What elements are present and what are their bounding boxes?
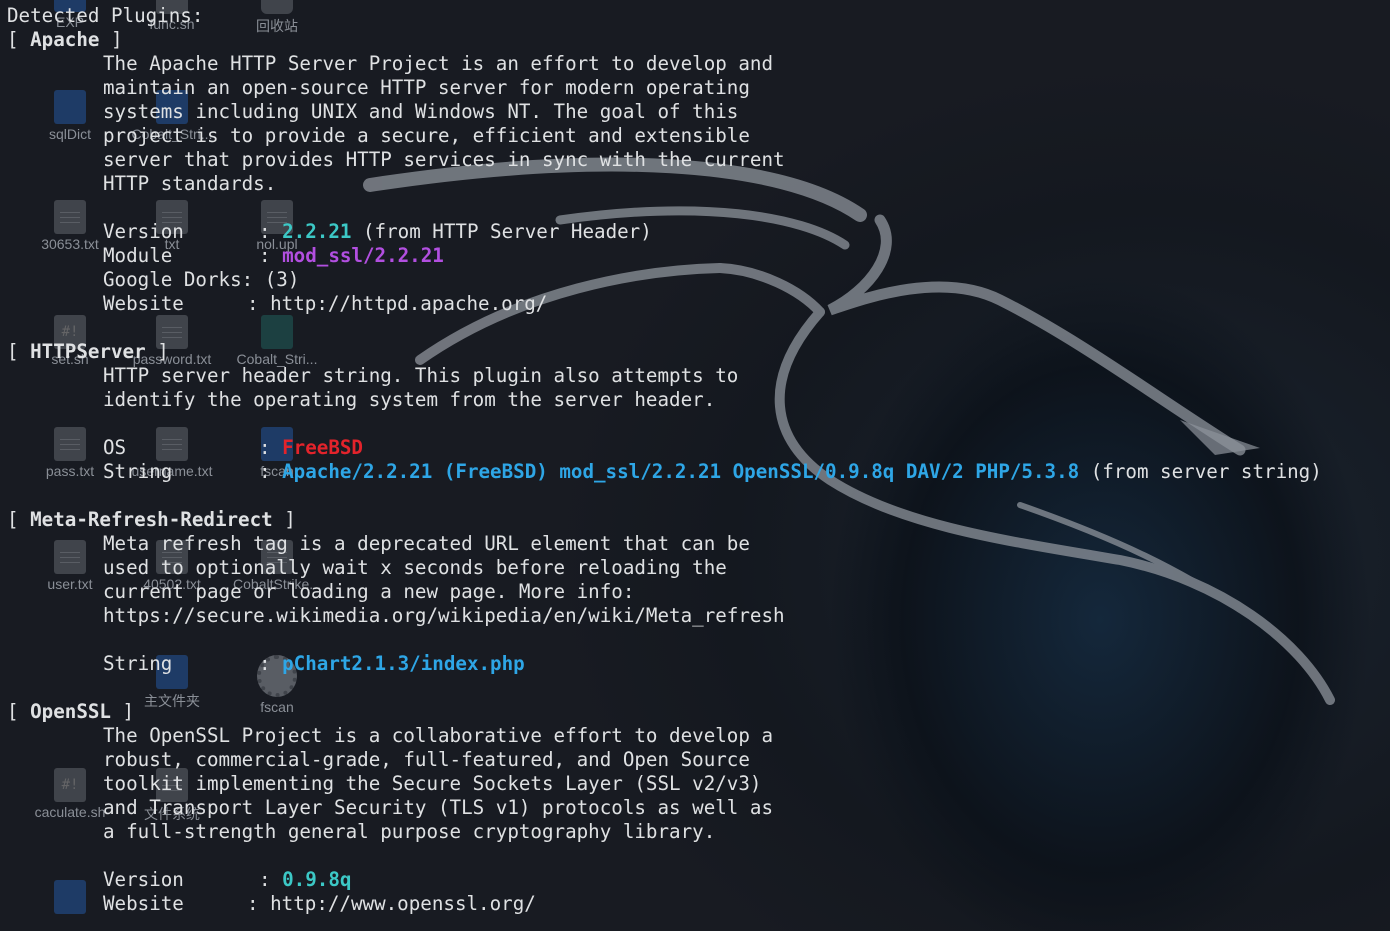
plugin-heading-meta-refresh: [ Meta-Refresh-Redirect ]: [7, 508, 296, 531]
description-line: https://secure.wikimedia.org/wikipedia/e…: [103, 604, 785, 627]
field-value: pChart2.1.3/index.php: [282, 652, 525, 675]
field-website: Website: http://httpd.apache.org/: [103, 292, 548, 315]
plugin-name: OpenSSL: [30, 700, 111, 723]
field-label: Version: [103, 868, 184, 891]
description-line: maintain an open-source HTTP server for …: [103, 76, 750, 99]
field-string: String: pChart2.1.3/index.php: [103, 652, 525, 675]
field-string: String: Apache/2.2.21 (FreeBSD) mod_ssl/…: [103, 460, 1322, 483]
plugin-heading-httpserver: [ HTTPServer ]: [7, 340, 169, 363]
field-label: String: [103, 652, 173, 675]
field-note: (from HTTP Server Header): [362, 220, 652, 243]
description-line: systems including UNIX and Windows NT. T…: [103, 100, 739, 123]
field-label: OS: [103, 436, 127, 459]
description-line: HTTP server header string. This plugin a…: [103, 364, 739, 387]
field-dorks: Google Dorks: (3): [103, 268, 300, 291]
plugin-heading-openssl: [ OpenSSL ]: [7, 700, 135, 723]
terminal-output[interactable]: Detected Plugins: [ Apache ] The Apache …: [0, 0, 1390, 931]
field-website: Website: http://www.openssl.org/: [103, 892, 536, 915]
description-line: current page or loading a new page. More…: [103, 580, 635, 603]
plugin-name: HTTPServer: [30, 340, 146, 363]
field-os: OS: FreeBSD: [103, 436, 363, 459]
field-value: http://httpd.apache.org/: [270, 292, 548, 315]
field-value: FreeBSD: [282, 436, 363, 459]
field-label: Website: [103, 892, 184, 915]
description-line: project is to provide a secure, efficien…: [103, 124, 750, 147]
field-version: Version: 2.2.21 (from HTTP Server Header…: [103, 220, 652, 243]
field-label: Version: [103, 220, 184, 243]
field-note: (from server string): [1090, 460, 1322, 483]
field-label: Module: [103, 244, 173, 267]
field-label: String: [103, 460, 173, 483]
field-value: Apache/2.2.21 (FreeBSD) mod_ssl/2.2.21 O…: [282, 460, 1080, 483]
field-value: mod_ssl/2.2.21: [282, 244, 444, 267]
field-module: Module: mod_ssl/2.2.21: [103, 244, 444, 267]
description-line: The OpenSSL Project is a collaborative e…: [103, 724, 774, 747]
field-value: 0.9.8q: [282, 868, 352, 891]
description-line: identify the operating system from the s…: [103, 388, 716, 411]
description-line: server that provides HTTP services in sy…: [103, 148, 785, 171]
description-line: robust, commercial-grade, full-featured,…: [103, 748, 750, 771]
description-line: used to optionally wait x seconds before…: [103, 556, 727, 579]
field-label: Website: [103, 292, 184, 315]
description-line: toolkit implementing the Secure Sockets …: [103, 772, 762, 795]
header-line: Detected Plugins:: [7, 4, 204, 27]
description-line: and Transport Layer Security (TLS v1) pr…: [103, 796, 774, 819]
description-line: The Apache HTTP Server Project is an eff…: [103, 52, 774, 75]
plugin-name: Meta-Refresh-Redirect: [30, 508, 273, 531]
field-version: Version: 0.9.8q: [103, 868, 352, 891]
field-value: http://www.openssl.org/: [270, 892, 536, 915]
description-line: Meta refresh tag is a deprecated URL ele…: [103, 532, 750, 555]
plugin-heading-apache: [ Apache ]: [7, 28, 123, 51]
description-line: HTTP standards.: [103, 172, 277, 195]
plugin-name: Apache: [30, 28, 100, 51]
description-line: a full-strength general purpose cryptogr…: [103, 820, 716, 843]
field-value: 2.2.21: [282, 220, 352, 243]
